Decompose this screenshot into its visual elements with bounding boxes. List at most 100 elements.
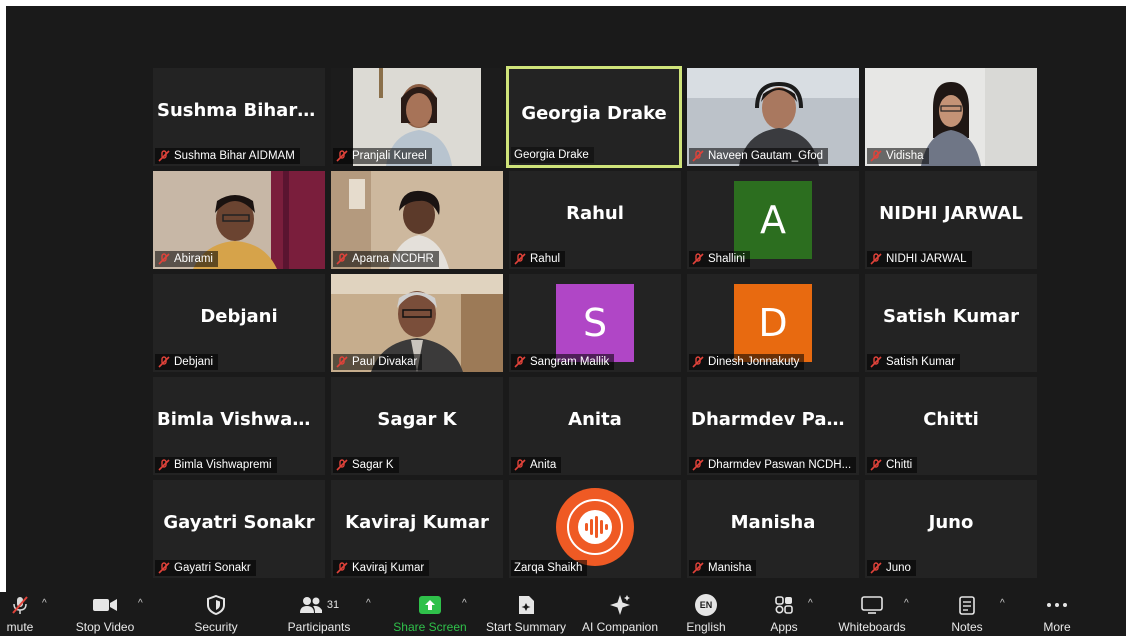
- participants-count: 31: [326, 599, 340, 611]
- participant-display-name: Anita: [568, 409, 622, 430]
- participant-tile[interactable]: Chitti Chitti: [865, 377, 1037, 475]
- participant-label: Juno: [867, 560, 916, 576]
- participant-tile[interactable]: Juno Juno: [865, 480, 1037, 578]
- participant-name: Dinesh Jonnakuty: [708, 356, 800, 368]
- participant-name: Georgia Drake: [514, 149, 589, 161]
- participant-display-name: Satish Kumar: [883, 306, 1019, 327]
- participant-label: Satish Kumar: [867, 354, 961, 370]
- shield-icon: [207, 594, 225, 616]
- participant-name: Shallini: [708, 253, 746, 265]
- share-options-chevron-icon[interactable]: ^: [462, 598, 467, 609]
- mic-muted-icon: [870, 356, 882, 368]
- apps-options-chevron-icon[interactable]: ^: [808, 598, 813, 609]
- unmute-button[interactable]: mute: [0, 592, 40, 636]
- video-options-chevron-icon[interactable]: ^: [138, 598, 143, 609]
- participants-icon: 31: [299, 594, 339, 616]
- participant-display-name: Sushma Bihar A...: [157, 100, 325, 121]
- participant-label: Bimla Vishwapremi: [155, 457, 277, 473]
- apps-button[interactable]: Apps: [762, 592, 806, 636]
- gallery-grid: Sushma Bihar A... Sushma Bihar AIDMAM Pr…: [153, 66, 1037, 578]
- participant-name: Rahul: [530, 253, 561, 265]
- mic-muted-icon: [514, 253, 526, 265]
- participant-tile[interactable]: Satish Kumar Satish Kumar: [865, 274, 1037, 372]
- participant-tile[interactable]: S Sangram Mallik: [509, 274, 681, 372]
- mic-muted-icon: [158, 459, 170, 471]
- participant-tile[interactable]: Gayatri Sonakr Gayatri Sonakr: [153, 480, 325, 578]
- participant-display-name: Sagar K: [377, 409, 457, 430]
- participant-label: Chitti: [867, 457, 918, 473]
- participant-tile[interactable]: Sushma Bihar A... Sushma Bihar AIDMAM: [153, 68, 325, 166]
- participant-label: Manisha: [689, 560, 757, 576]
- more-label: More: [1043, 620, 1071, 634]
- participant-tile[interactable]: A Shallini: [687, 171, 859, 269]
- participant-tile[interactable]: Pranjali Kureel: [331, 68, 503, 166]
- mic-muted-icon: [692, 356, 704, 368]
- participant-name: Abirami: [174, 253, 213, 265]
- participant-name: Pranjali Kureel: [352, 150, 427, 162]
- participant-tile[interactable]: Paul Divakar: [331, 274, 503, 372]
- more-dots-icon: [1046, 594, 1068, 616]
- audio-options-chevron-icon[interactable]: ^: [42, 598, 47, 609]
- participant-tile[interactable]: Vidisha: [865, 68, 1037, 166]
- participants-options-chevron-icon[interactable]: ^: [366, 598, 371, 609]
- start-summary-button[interactable]: Start Summary: [484, 592, 568, 636]
- participant-avatar: S: [556, 284, 634, 362]
- participant-tile[interactable]: D Dinesh Jonnakuty: [687, 274, 859, 372]
- stop-video-button[interactable]: Stop Video: [70, 592, 140, 636]
- participant-tile[interactable]: Kaviraj Kumar Kaviraj Kumar: [331, 480, 503, 578]
- participant-name: Sagar K: [352, 459, 394, 471]
- language-badge-icon: EN: [695, 594, 717, 616]
- participant-display-name: Dharmdev Pas...: [691, 409, 858, 430]
- participant-tile[interactable]: Sagar K Sagar K: [331, 377, 503, 475]
- notes-options-chevron-icon[interactable]: ^: [1000, 598, 1005, 609]
- participant-tile[interactable]: Aparna NCDHR: [331, 171, 503, 269]
- participant-name: Juno: [886, 562, 911, 574]
- mic-muted-icon: [10, 594, 30, 616]
- participant-display-name: Gayatri Sonakr: [163, 512, 315, 533]
- participant-name: Paul Divakar: [352, 356, 418, 368]
- mic-muted-icon: [870, 562, 882, 574]
- participant-tile[interactable]: Dharmdev Pas... Dharmdev Paswan NCDH...: [687, 377, 859, 475]
- mic-muted-icon: [514, 459, 526, 471]
- participant-tile[interactable]: Debjani Debjani: [153, 274, 325, 372]
- participant-tile[interactable]: Naveen Gautam_Gfod: [687, 68, 859, 166]
- mic-muted-icon: [336, 562, 348, 574]
- start-summary-label: Start Summary: [485, 620, 566, 634]
- participant-tile[interactable]: Anita Anita: [509, 377, 681, 475]
- language-label: English: [686, 620, 726, 634]
- participant-display-name: Kaviraj Kumar: [345, 512, 489, 533]
- mic-muted-icon: [158, 562, 170, 574]
- participant-display-name: Debjani: [200, 306, 278, 327]
- whiteboards-options-chevron-icon[interactable]: ^: [904, 598, 909, 609]
- video-camera-icon: [92, 594, 118, 616]
- summary-document-icon: [517, 594, 535, 616]
- ai-companion-button[interactable]: AI Companion: [580, 592, 660, 636]
- security-button[interactable]: Security: [186, 592, 246, 636]
- whiteboards-button[interactable]: Whiteboards: [834, 592, 910, 636]
- mic-muted-icon: [870, 253, 882, 265]
- language-interpretation-button[interactable]: EN English: [680, 592, 732, 636]
- participant-tile[interactable]: Zarqa Shaikh: [509, 480, 681, 578]
- participant-label: Debjani: [155, 354, 218, 370]
- participant-name: Sangram Mallik: [530, 356, 610, 368]
- notes-label: Notes: [951, 620, 983, 634]
- participants-button[interactable]: 31 Participants: [280, 592, 358, 636]
- participant-tile[interactable]: NIDHI JARWAL NIDHI JARWAL: [865, 171, 1037, 269]
- meeting-toolbar: mute ^ Stop Video ^ Security 31 Particip…: [0, 592, 1126, 636]
- share-screen-button[interactable]: Share Screen: [392, 592, 468, 636]
- apps-icon: [775, 594, 793, 616]
- mic-muted-icon: [870, 459, 882, 471]
- participant-tile[interactable]: Abirami: [153, 171, 325, 269]
- participant-label: Kaviraj Kumar: [333, 560, 430, 576]
- participant-tile[interactable]: Manisha Manisha: [687, 480, 859, 578]
- participant-label: Gayatri Sonakr: [155, 560, 256, 576]
- participant-label: Dharmdev Paswan NCDH...: [689, 457, 857, 473]
- participant-label: Sangram Mallik: [511, 354, 615, 370]
- more-button[interactable]: More: [1034, 592, 1080, 636]
- participant-tile-active-speaker[interactable]: Georgia Drake Georgia Drake: [506, 66, 682, 168]
- participant-tile[interactable]: Bimla Vishwapr... Bimla Vishwapremi: [153, 377, 325, 475]
- participant-tile[interactable]: Rahul Rahul: [509, 171, 681, 269]
- participant-label: Sagar K: [333, 457, 399, 473]
- interprefy-approved-badge-icon: [556, 488, 634, 566]
- notes-button[interactable]: Notes: [942, 592, 992, 636]
